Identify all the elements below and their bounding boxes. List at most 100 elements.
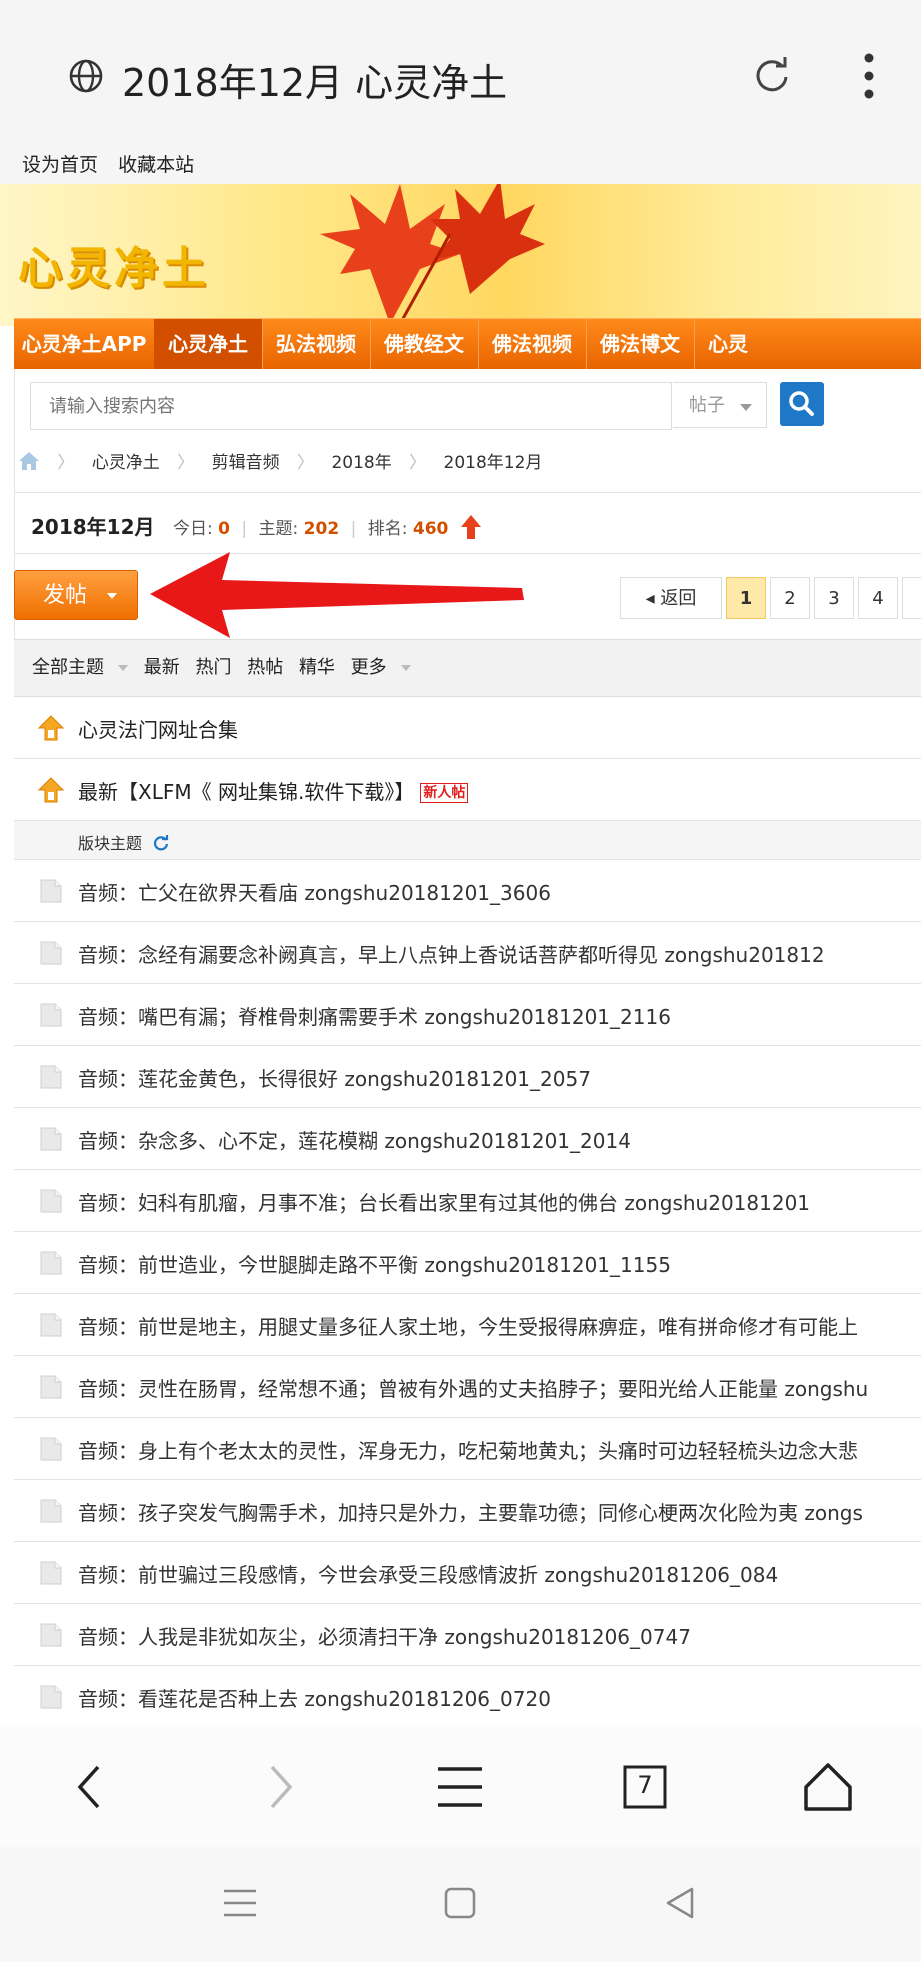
page-viewport: 心灵净土 心灵净土APP 心灵净土 弘法视频 佛教经文 佛法视频 佛法博文 心灵… (0, 184, 921, 1727)
reload-icon[interactable] (752, 55, 792, 95)
thread-title[interactable]: 音频：嘴巴有漏；脊椎骨刺痛需要手术 zongshu20181201_2116 (78, 1001, 671, 1030)
breadcrumb-item[interactable]: 2018年 (331, 453, 391, 473)
breadcrumb-separator: 〉 (297, 453, 315, 473)
thread-title[interactable]: 音频：前世骗过三段感情，今世会承受三段感情波折 zongshu20181206_… (78, 1559, 778, 1588)
filter-popular[interactable]: 热门 (195, 657, 231, 678)
system-back-icon[interactable] (660, 1883, 700, 1923)
recents-menu-icon[interactable] (220, 1883, 260, 1923)
section-label-text: 版块主题 (78, 834, 143, 853)
search-type-select[interactable]: 帖子 (673, 382, 767, 428)
filter-more[interactable]: 更多 (351, 657, 411, 678)
filter-all-topics[interactable]: 全部主题 (32, 657, 128, 678)
system-home-icon[interactable] (440, 1883, 480, 1923)
set-homepage-link[interactable]: 设为首页 (22, 154, 98, 176)
filter-digest[interactable]: 精华 (299, 657, 335, 678)
thread-row[interactable]: 音频：孩子突发气胸需手术，加持只是外力，主要靠功德；同修心梗两次化险为夷 zon… (14, 1480, 921, 1542)
new-post-button[interactable]: 发帖 (14, 570, 138, 620)
thread-title[interactable]: 音频：念经有漏要念补阙真言，早上八点钟上香说话菩萨都听得见 zongshu201… (78, 939, 825, 968)
thread-title[interactable]: 音频：看莲花是否种上去 zongshu20181206_0720 (78, 1683, 551, 1712)
thread-title[interactable]: 音频：前世造业，今世腿脚走路不平衡 zongshu20181201_1155 (78, 1249, 671, 1278)
thread-rows: 音频：亡父在欲界天看庙 zongshu20181201_3606 音频：念经有漏要… (14, 860, 921, 1727)
thread-row[interactable]: 音频：身上有个老太太的灵性，浑身无力，吃杞菊地黄丸；头痛时可边轻轻梳头边念大悲 (14, 1418, 921, 1480)
page-button-next-partial[interactable] (902, 577, 921, 619)
thread-title[interactable]: 音频：人我是非犹如灰尘，必须清扫干净 zongshu20181206_0747 (78, 1621, 691, 1650)
thread-row[interactable]: 音频：莲花金黄色，长得很好 zongshu20181201_2057 (14, 1046, 921, 1108)
nav-item-sutras[interactable]: 佛教经文 (370, 319, 479, 369)
filter-latest[interactable]: 最新 (144, 657, 180, 678)
nav-item-more[interactable]: 心灵 (694, 319, 788, 369)
breadcrumb-separator: 〉 (409, 453, 427, 473)
thread-title[interactable]: 音频：灵性在肠胃，经常想不通；曾被有外遇的丈夫掐脖子；要阳光给人正能量 zong… (78, 1373, 868, 1402)
more-vert-icon[interactable] (858, 52, 880, 100)
thread-title[interactable]: 音频：杂念多、心不定，莲花模糊 zongshu20181201_2014 (78, 1125, 631, 1154)
nav-item-buddhist-videos[interactable]: 佛法视频 (478, 319, 587, 369)
chevron-down-icon (118, 665, 128, 671)
pinned-thread-icon (38, 777, 64, 803)
home-icon[interactable] (18, 451, 40, 471)
thread-title[interactable]: 音频：前世是地主，用腿丈量多征人家土地，今生受报得麻痹症，唯有拼命修才有可能上 (78, 1311, 858, 1340)
site-logo[interactable]: 心灵净土 (18, 232, 210, 296)
page-button[interactable]: 2 (770, 577, 810, 619)
sticky-thread-row[interactable]: 心灵法门网址合集 (14, 697, 921, 759)
page-title[interactable]: 2018年12月 心灵净土 (122, 52, 507, 107)
pager-back-label: 返回 (660, 588, 697, 609)
nav-item-dharma-videos[interactable]: 弘法视频 (262, 319, 371, 369)
home-icon[interactable] (798, 1757, 858, 1817)
thread-doc-icon (40, 879, 62, 903)
back-icon[interactable] (60, 1757, 120, 1817)
nav-item-app[interactable]: 心灵净土APP (14, 319, 155, 369)
main-nav: 心灵净土APP 心灵净土 弘法视频 佛教经文 佛法视频 佛法博文 心灵 (14, 318, 921, 369)
thread-row[interactable]: 音频：前世骗过三段感情，今世会承受三段感情波折 zongshu20181206_… (14, 1542, 921, 1604)
thread-row[interactable]: 音频：嘴巴有漏；脊椎骨刺痛需要手术 zongshu20181201_2116 (14, 984, 921, 1046)
thread-doc-icon (40, 1127, 62, 1151)
sticky-thread-row[interactable]: 最新【XLFM《 网址集锦.软件下载》】 新人帖 (14, 759, 921, 821)
filter-all-label: 全部主题 (32, 657, 104, 678)
thread-title[interactable]: 音频：亡父在欲界天看庙 zongshu20181201_3606 (78, 877, 551, 906)
page-button[interactable]: 3 (814, 577, 854, 619)
rank-up-arrow-icon (460, 515, 481, 539)
thread-title[interactable]: 音频：妇科有肌瘤，月事不准；台长看出家里有过其他的佛台 zongshu20181… (78, 1187, 810, 1216)
thread-row[interactable]: 音频：亡父在欲界天看庙 zongshu20181201_3606 (14, 860, 921, 922)
thread-row[interactable]: 音频：看莲花是否种上去 zongshu20181206_0720 (14, 1666, 921, 1727)
thread-title-text: 最新【XLFM《 网址集锦.软件下载》】 (78, 780, 415, 804)
thread-row[interactable]: 音频：人我是非犹如灰尘，必须清扫干净 zongshu20181206_0747 (14, 1604, 921, 1666)
page-button[interactable]: 4 (858, 577, 898, 619)
refresh-icon[interactable] (153, 835, 169, 851)
thread-title[interactable]: 音频：身上有个老太太的灵性，浑身无力，吃杞菊地黄丸；头痛时可边轻轻梳头边念大悲 (78, 1435, 858, 1464)
tabs-button[interactable]: 7 (615, 1757, 675, 1817)
search-icon (789, 391, 814, 416)
forum-info-panel: 2018年12月 今日: 0 | 主题: 202 | 排名: 460 (14, 492, 921, 554)
breadcrumb-item[interactable]: 剪辑音频 (212, 453, 280, 473)
thread-row[interactable]: 音频：念经有漏要念补阙真言，早上八点钟上香说话菩萨都听得见 zongshu201… (14, 922, 921, 984)
nav-item-blog[interactable]: 佛法博文 (586, 319, 695, 369)
thread-doc-icon (40, 1003, 62, 1027)
filter-hot[interactable]: 热帖 (247, 657, 283, 678)
thread-title[interactable]: 音频：莲花金黄色，长得很好 zongshu20181201_2057 (78, 1063, 591, 1092)
maple-leaves-image (320, 184, 545, 325)
thread-row[interactable]: 音频：杂念多、心不定，莲花模糊 zongshu20181201_2014 (14, 1108, 921, 1170)
system-nav-bar (0, 1847, 921, 1962)
thread-title[interactable]: 心灵法门网址合集 (78, 714, 238, 743)
thread-row[interactable]: 音频：前世是地主，用腿丈量多征人家土地，今生受报得麻痹症，唯有拼命修才有可能上 (14, 1294, 921, 1356)
search-input[interactable] (31, 383, 671, 429)
search-box (30, 382, 672, 430)
thread-doc-icon (40, 1499, 62, 1523)
browser-address-bar: 2018年12月 心灵净土 (0, 0, 921, 150)
search-button[interactable] (780, 382, 824, 426)
today-label: 今日: (173, 519, 213, 539)
bookmark-site-link[interactable]: 收藏本站 (118, 154, 194, 176)
thread-title[interactable]: 音频：孩子突发气胸需手术，加持只是外力，主要靠功德；同修心梗两次化险为夷 zon… (78, 1497, 863, 1526)
page-button[interactable]: 1 (726, 577, 766, 619)
thread-title[interactable]: 最新【XLFM《 网址集锦.软件下载》】 新人帖 (78, 776, 469, 805)
forum-name: 2018年12月 (31, 515, 155, 539)
thread-row[interactable]: 音频：灵性在肠胃，经常想不通；曾被有外遇的丈夫掐脖子；要阳光给人正能量 zong… (14, 1356, 921, 1418)
breadcrumb-item[interactable]: 2018年12月 (444, 453, 543, 473)
chevron-down-icon (400, 665, 411, 671)
hamburger-menu-icon[interactable] (430, 1757, 490, 1817)
thread-row[interactable]: 音频：妇科有肌瘤，月事不准；台长看出家里有过其他的佛台 zongshu20181… (14, 1170, 921, 1232)
breadcrumb-item[interactable]: 心灵净土 (92, 453, 160, 473)
thread-row[interactable]: 音频：前世造业，今世腿脚走路不平衡 zongshu20181201_1155 (14, 1232, 921, 1294)
pager-back-button[interactable]: ◂ 返回 (620, 577, 722, 619)
forward-icon[interactable] (250, 1757, 310, 1817)
nav-item-home[interactable]: 心灵净土 (154, 319, 263, 369)
